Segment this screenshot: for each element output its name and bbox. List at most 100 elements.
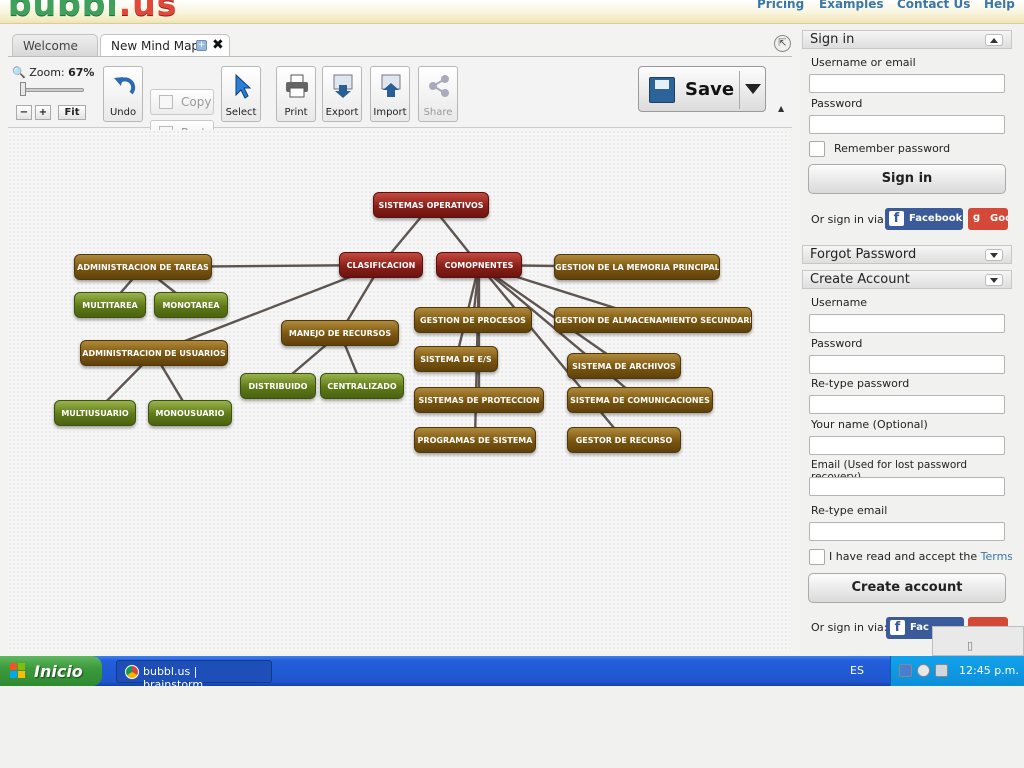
mindmap-node-sco[interactable]: SISTEMA DE COMUNICACIONES [567, 387, 713, 413]
desktop-background-strip [0, 686, 1024, 768]
fullscreen-expand-icon[interactable]: ⇱ [774, 35, 791, 52]
language-indicator[interactable]: ES [850, 664, 864, 677]
save-button[interactable]: Save [638, 66, 766, 112]
document-tabs: Welcome New Mind Map + ✖ ⇱ [8, 32, 792, 57]
undo-icon [114, 77, 136, 95]
floating-tooltip-box: ▯ [932, 626, 1024, 656]
update-icon[interactable] [917, 664, 930, 677]
terms-prefix: I have read and accept the [829, 550, 981, 563]
tab-welcome[interactable]: Welcome [12, 34, 98, 56]
mindmap-node-pds[interactable]: PROGRAMAS DE SISTEMA [414, 427, 536, 453]
mindmap-node-adt[interactable]: ADMINISTRACION DE TAREAS [74, 254, 212, 280]
create-account-button[interactable]: Create account [808, 573, 1006, 603]
your-name-input[interactable] [809, 436, 1005, 455]
windows-taskbar: Inicio bubbl.us | brainstorm... ES 12:45… [0, 656, 1024, 691]
tab-new-mind-map[interactable]: New Mind Map + ✖ [100, 34, 230, 56]
nav-pricing[interactable]: Pricing [757, 0, 804, 11]
username-input[interactable] [809, 314, 1005, 333]
mindmap-node-com[interactable]: COMOPNENTES [436, 252, 522, 278]
new-tab-plus-icon[interactable]: + [196, 40, 207, 51]
print-button[interactable]: Print [276, 66, 316, 122]
your-name-label: Your name (Optional) [811, 418, 928, 431]
export-label: Export [325, 107, 359, 118]
zoom-slider-track[interactable] [22, 88, 84, 92]
terms-link[interactable]: Terms of [981, 550, 1012, 563]
screen: bubbl.us Pricing Examples Contact Us Hel… [0, 0, 1024, 768]
nav-examples[interactable]: Examples [819, 0, 884, 11]
username-or-email-input[interactable] [809, 74, 1005, 93]
retype-password-input[interactable] [809, 395, 1005, 414]
nav-help[interactable]: Help [984, 0, 1015, 11]
mindmap-node-gmp[interactable]: GESTION DE LA MEMORIA PRINCIPAL [554, 254, 720, 280]
mindmap-node-so[interactable]: SISTEMAS OPERATIVOS [373, 192, 489, 218]
signin-header-label: Sign in [810, 32, 855, 47]
mindmap-node-mou[interactable]: MONOUSUARIO [148, 400, 232, 426]
network-icon[interactable] [899, 664, 912, 677]
google-icon: g [973, 212, 981, 223]
select-label: Select [225, 107, 257, 118]
mindmap-node-gp[interactable]: GESTION DE PROCESOS [414, 307, 532, 333]
password-input[interactable] [809, 115, 1005, 134]
new-password-input[interactable] [809, 355, 1005, 374]
google-signin-button[interactable]: g Goo [968, 208, 1008, 230]
mindmap-node-cla[interactable]: CLASIFICACION [339, 252, 423, 278]
volume-icon[interactable] [935, 664, 948, 677]
signin-header[interactable]: Sign in [802, 30, 1012, 49]
email-input[interactable] [809, 477, 1005, 496]
username-label: Username [811, 296, 868, 309]
import-label: Import [373, 107, 407, 118]
clock[interactable]: 12:45 p.m. [959, 664, 1019, 677]
sign-in-button[interactable]: Sign in [808, 164, 1006, 194]
bubblus-logo[interactable]: bubbl.us [8, 0, 177, 23]
retype-email-input[interactable] [809, 522, 1005, 541]
google-label: Goo [990, 213, 1008, 224]
zoom-out-button[interactable]: − [16, 105, 32, 120]
taskbar-item-browser[interactable]: bubbl.us | brainstorm... [116, 660, 272, 691]
mindmap-node-cen[interactable]: CENTRALIZADO [320, 373, 404, 399]
logo-suffix: .us [118, 0, 178, 23]
remember-password-checkbox[interactable] [809, 141, 825, 157]
mindmap-node-mon[interactable]: MONOTAREA [154, 292, 228, 318]
mindmap-node-mus[interactable]: MULTIUSUARIO [54, 400, 136, 426]
logo-text: bubbl [8, 0, 119, 23]
toolbar: 🔍 Zoom: 67% − + Fit Undo Copy Paste Sele… [8, 58, 792, 146]
mindmap-node-gr[interactable]: GESTOR DE RECURSO [567, 427, 681, 453]
mindmap-node-adu[interactable]: ADMINISTRACION DE USUARIOS [80, 340, 228, 366]
username-or-email-label: Username or email [811, 56, 916, 69]
fit-button[interactable]: Fit [58, 105, 86, 120]
export-button[interactable]: Export [322, 66, 362, 122]
select-button[interactable]: Select [221, 66, 261, 122]
mindmap-canvas[interactable]: SISTEMAS OPERATIVOS CLASIFICACION COMOPNEN… [8, 130, 790, 650]
mindmap-node-sar[interactable]: SISTEMA DE ARCHIVOS [567, 353, 681, 379]
password-label: Password [811, 97, 863, 110]
share-button[interactable]: Share [418, 66, 458, 122]
zoom-slider-thumb[interactable] [20, 82, 26, 96]
terms-checkbox[interactable] [809, 549, 825, 565]
copy-button[interactable]: Copy [150, 89, 214, 115]
mindmap-node-spr[interactable]: SISTEMAS DE PROTECCION [414, 387, 544, 413]
nav-contact-us[interactable]: Contact Us [897, 0, 970, 11]
account-panel: Sign in Username or email Password Remem… [802, 28, 1012, 654]
mindmap-node-dis[interactable]: DISTRIBUIDO [240, 373, 316, 399]
create-account-header[interactable]: Create Account [802, 270, 1012, 289]
forgot-password-header[interactable]: Forgot Password [802, 245, 1012, 264]
start-button[interactable]: Inicio [0, 656, 102, 686]
close-tab-icon[interactable]: ✖ [212, 37, 224, 53]
collapse-chevron-up-icon[interactable] [985, 34, 1003, 46]
mindmap-node-mul[interactable]: MULTITAREA [74, 292, 146, 318]
facebook-signin-button[interactable]: f Facebook [885, 208, 963, 230]
mindmap-node-gas[interactable]: GESTION DE ALMACENAMIENTO SECUNDARIO [554, 307, 752, 333]
collapse-chevron-down-icon[interactable] [985, 274, 1003, 286]
magnifier-icon: 🔍 [12, 66, 26, 79]
zoom-in-button[interactable]: + [35, 105, 51, 120]
zoom-label: Zoom: [29, 66, 65, 79]
mindmap-node-mr[interactable]: MANEJO DE RECURSOS [281, 320, 399, 346]
mindmap-node-ses[interactable]: SISTEMA DE E/S [414, 346, 498, 372]
save-dropdown-chevron-icon[interactable] [745, 84, 761, 94]
expand-chevron-down-icon[interactable] [985, 249, 1003, 261]
or-sign-in-via-label-2: Or sign in via: [811, 621, 888, 634]
import-button[interactable]: Import [370, 66, 410, 122]
collapse-toolbar-icon[interactable]: ▲ [778, 104, 784, 113]
undo-button[interactable]: Undo [103, 66, 143, 122]
floppy-disk-icon [649, 77, 675, 103]
